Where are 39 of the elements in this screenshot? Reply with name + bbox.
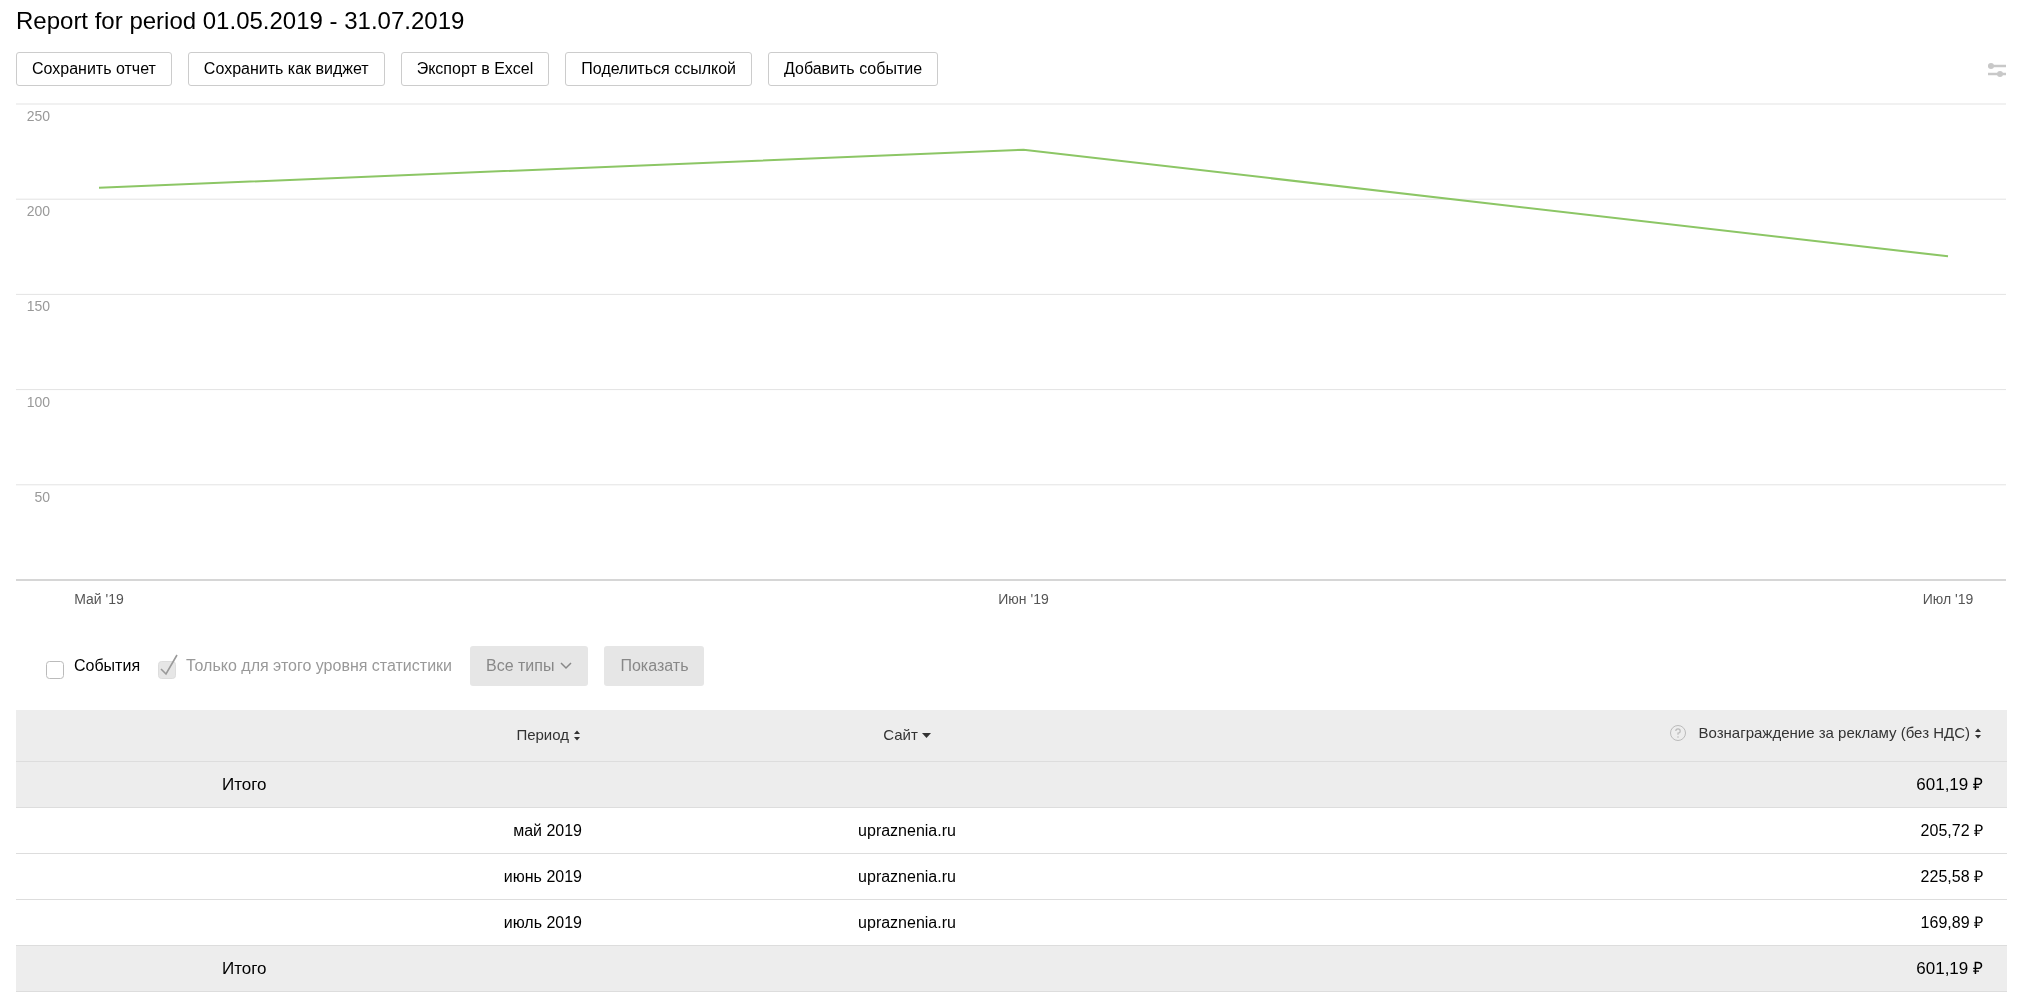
site-cell: upraznenia.ru	[858, 867, 956, 885]
y-axis-label: 100	[26, 393, 50, 410]
x-axis-label: Май '19	[74, 591, 124, 607]
y-axis-label: 50	[34, 488, 50, 505]
period-cell: июль 2019	[503, 913, 582, 931]
toolbar-button[interactable]: Сохранить как виджет	[187, 52, 385, 86]
column-header[interactable]: Период	[516, 724, 582, 747]
period-cell: май 2019	[513, 821, 582, 839]
column-header[interactable]: Сайт	[883, 724, 931, 747]
toolbar-button[interactable]: Поделиться ссылкой	[565, 52, 752, 86]
toolbar-button[interactable]: Добавить событие	[768, 52, 939, 86]
y-axis-label: 250	[26, 108, 50, 124]
column-label: Вознаграждение за рекламу (без НДС)	[1698, 723, 1970, 744]
period-cell: июнь 2019	[503, 867, 582, 885]
site-cell: upraznenia.ru	[858, 821, 956, 839]
sort-icon[interactable]	[573, 730, 582, 741]
sort-descending-icon[interactable]	[921, 730, 931, 741]
total-label: Итого	[222, 774, 267, 794]
checkbox-label: Только для этого уровня статистики	[186, 656, 452, 676]
toolbar-button[interactable]: Сохранить отчет	[16, 52, 172, 86]
toolbar-button[interactable]: Экспорт в Excel	[400, 52, 550, 86]
x-axis-label: Июн '19	[998, 591, 1049, 607]
sort-icon[interactable]	[1974, 727, 1983, 739]
value-cell: 205,72 ₽	[1920, 821, 1983, 839]
x-axis-label: Июл '19	[1922, 591, 1974, 607]
total-label: Итого	[222, 958, 267, 978]
value-cell: 225,58 ₽	[1920, 867, 1983, 885]
value-cell: 169,89 ₽	[1920, 913, 1983, 931]
column-header[interactable]: Вознаграждение за рекламу (без НДС)	[1668, 722, 1983, 745]
column-label: Сайт	[883, 725, 918, 746]
checkbox-label: События	[74, 656, 141, 676]
column-label: Период	[516, 725, 569, 746]
y-axis-label: 150	[26, 298, 50, 315]
total-value: 601,19 ₽	[1916, 958, 1983, 978]
y-axis-label: 200	[26, 203, 50, 220]
total-value: 601,19 ₽	[1916, 774, 1983, 794]
site-cell: upraznenia.ru	[858, 913, 956, 931]
chevron-icon	[560, 662, 573, 670]
report-title: Report for period 01.05.2019 - 31.07.2019	[16, 6, 466, 36]
